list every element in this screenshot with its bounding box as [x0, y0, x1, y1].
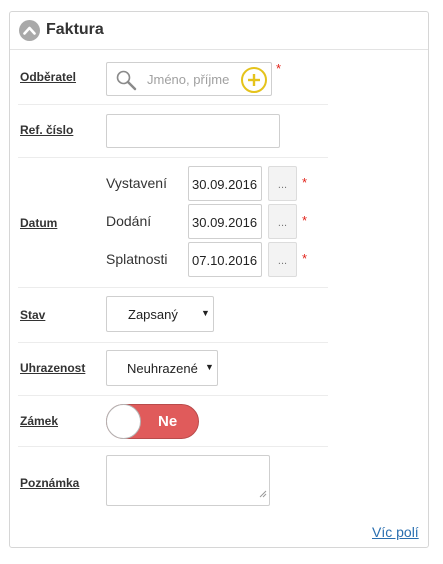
divider — [18, 342, 328, 343]
plus-circle-icon[interactable] — [241, 67, 267, 93]
caret-down-icon: ▼ — [205, 362, 214, 372]
note-textarea[interactable] — [106, 455, 270, 506]
invoice-panel: Faktura Odběratel Jméno, příjme * Ref. č… — [9, 11, 429, 548]
issue-date-label: Vystavení — [106, 175, 167, 191]
customer-search-input[interactable]: Jméno, příjme — [106, 62, 272, 96]
panel-header: Faktura — [10, 12, 428, 50]
panel-title: Faktura — [46, 21, 104, 38]
caret-down-icon: ▼ — [201, 308, 210, 318]
date-label: Datum — [20, 216, 58, 230]
delivery-date-input[interactable]: 30.09.2016 — [188, 204, 262, 239]
issue-date-input[interactable]: 30.09.2016 — [188, 166, 262, 201]
due-date-input[interactable]: 07.10.2016 — [188, 242, 262, 277]
toggle-knob — [106, 404, 141, 439]
customer-search-placeholder: Jméno, příjme — [147, 72, 230, 87]
divider — [18, 395, 328, 396]
delivery-date-picker-button[interactable]: ... — [268, 204, 297, 239]
payment-status-selected-value: Neuhrazené — [127, 361, 198, 376]
delivery-date-label: Dodání — [106, 213, 152, 229]
status-label: Stav — [20, 308, 46, 322]
more-fields-link[interactable]: Víc polí — [372, 524, 419, 540]
required-marker: * — [302, 251, 308, 266]
divider — [18, 157, 328, 158]
due-date-label: Splatnosti — [106, 251, 168, 267]
ref-number-label: Ref. číslo — [20, 123, 74, 137]
due-date-picker-button[interactable]: ... — [268, 242, 297, 277]
issue-date-picker-button[interactable]: ... — [268, 166, 297, 201]
required-marker: * — [276, 61, 282, 76]
required-marker: * — [302, 175, 308, 190]
divider — [18, 446, 328, 447]
chevron-up-icon[interactable] — [19, 20, 40, 41]
note-label: Poznámka — [20, 476, 80, 490]
divider — [18, 287, 328, 288]
required-marker: * — [302, 213, 308, 228]
ref-number-input[interactable] — [106, 114, 280, 148]
lock-label: Zámek — [20, 414, 59, 428]
lock-toggle[interactable]: Ne — [106, 404, 199, 439]
payment-status-select[interactable]: Neuhrazené ▼ — [106, 350, 218, 386]
resize-grip-icon[interactable] — [259, 485, 267, 503]
divider — [18, 104, 328, 105]
toggle-state-text: Ne — [158, 413, 178, 430]
payment-status-label: Uhrazenost — [20, 361, 86, 375]
status-selected-value: Zapsaný — [128, 307, 178, 322]
status-select[interactable]: Zapsaný ▼ — [106, 296, 214, 332]
customer-label: Odběratel — [20, 70, 77, 84]
search-icon — [115, 69, 137, 96]
